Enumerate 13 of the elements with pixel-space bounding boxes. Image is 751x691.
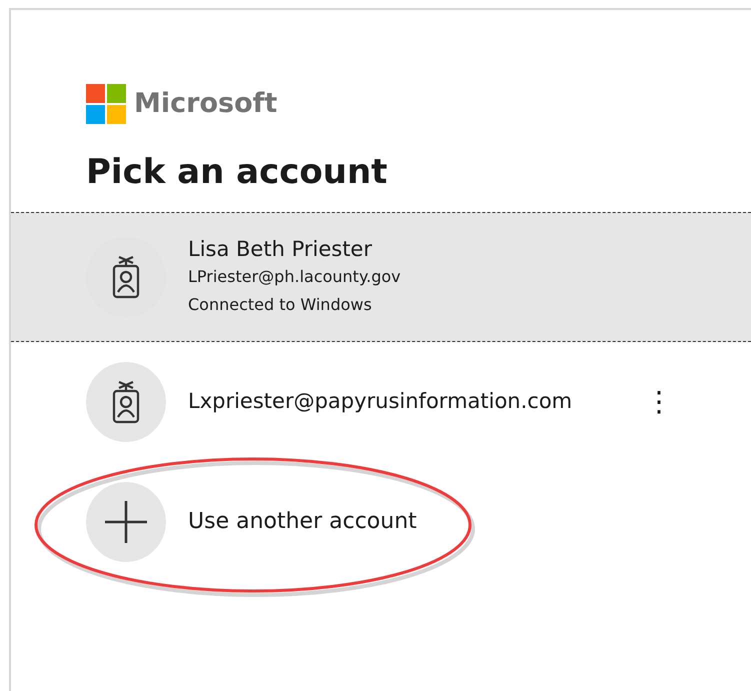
account-name: Lisa Beth Priester bbox=[188, 236, 373, 262]
more-options-button[interactable]: ⋮ bbox=[637, 380, 681, 422]
plus-icon bbox=[105, 500, 147, 542]
account-email: Lxpriester@papyrusinformation.com bbox=[188, 388, 574, 415]
brand-name: Microsoft bbox=[134, 87, 278, 121]
use-another-account-label: Use another account bbox=[188, 508, 417, 536]
id-badge-icon bbox=[111, 254, 141, 298]
page-title: Pick an account bbox=[86, 150, 388, 194]
logo-icon bbox=[86, 84, 126, 124]
account-email: LPriester@ph.lacounty.gov bbox=[188, 266, 402, 288]
account-status: Connected to Windows bbox=[188, 294, 373, 316]
account-row[interactable]: Lisa Beth Priester LPriester@ph.lacounty.gov Connected to Windows bbox=[11, 212, 751, 342]
id-badge-icon bbox=[111, 380, 141, 424]
